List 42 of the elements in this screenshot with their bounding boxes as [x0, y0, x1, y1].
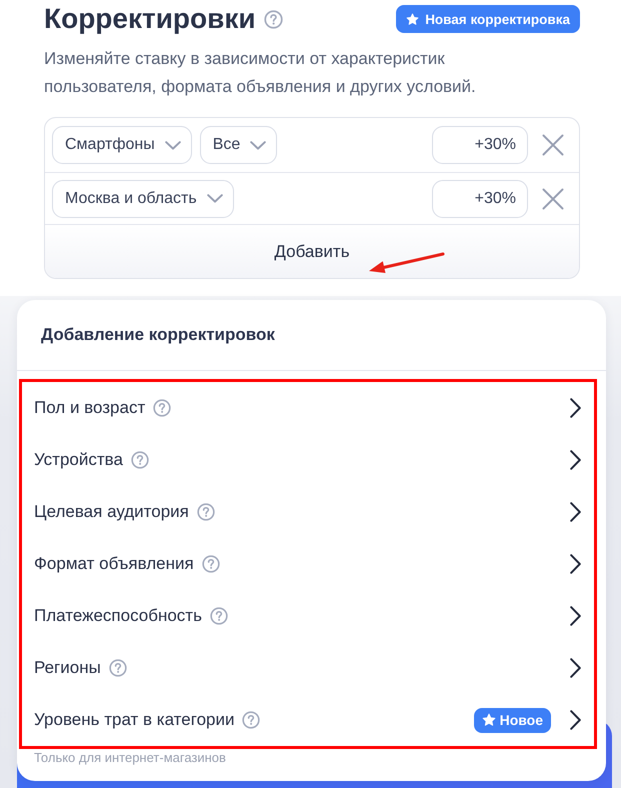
star-icon: [406, 12, 420, 26]
chevron-right-icon: [570, 658, 581, 678]
page-title: Корректировки: [44, 3, 256, 35]
bid-percent-field[interactable]: +30%: [432, 180, 528, 218]
chevron-right-icon: [570, 450, 581, 470]
adjustment-type-item[interactable]: Пол и возраст: [22, 382, 594, 434]
condition-select[interactable]: Все: [200, 126, 278, 164]
chevron-right-icon: [570, 710, 581, 730]
badge-label: Новое: [500, 712, 543, 728]
bid-percent-field[interactable]: +30%: [432, 126, 528, 164]
help-icon[interactable]: [196, 503, 215, 521]
adjustment-type-item[interactable]: Уровень трат в категории Новое: [22, 694, 594, 746]
adjustment-type-item[interactable]: Устройства: [22, 434, 594, 486]
adjustment-type-item[interactable]: Регионы: [22, 642, 594, 694]
help-icon[interactable]: [108, 659, 127, 677]
page-description: Изменяйте ставку в зависимости от характеристик пользователя, формата объявления и других условий.: [44, 48, 477, 98]
condition-select[interactable]: Смартфоны: [52, 126, 192, 164]
remove-button[interactable]: [541, 133, 565, 157]
chevron-right-icon: [570, 502, 581, 522]
help-icon[interactable]: [153, 399, 172, 417]
star-icon: [482, 713, 496, 727]
help-icon[interactable]: [242, 711, 260, 729]
chevron-down-icon: [206, 194, 223, 203]
remove-button[interactable]: [541, 186, 565, 210]
close-icon: [542, 134, 564, 156]
adjustment-type-item[interactable]: Целевая аудитория: [22, 486, 594, 538]
close-icon: [542, 188, 564, 210]
chevron-down-icon: [164, 140, 181, 150]
adjustment-type-item[interactable]: Платежеспособность: [22, 590, 594, 642]
help-icon[interactable]: [210, 607, 228, 625]
chevron-down-icon: [250, 140, 266, 150]
help-icon[interactable]: [130, 451, 149, 469]
condition-select[interactable]: Москва и область: [52, 180, 234, 218]
help-icon[interactable]: [202, 555, 220, 573]
new-adjustment-button[interactable]: Новая корректировка: [396, 5, 580, 33]
chevron-right-icon: [570, 606, 581, 626]
chevron-right-icon: [570, 554, 581, 574]
item-note: Только для интернет-магазинов: [34, 750, 226, 765]
help-icon[interactable]: [264, 10, 283, 28]
chevron-right-icon: [570, 398, 581, 418]
adjustment-type-item[interactable]: Формат объявления: [22, 538, 594, 590]
popup-title: Добавление корректировок: [41, 325, 275, 345]
